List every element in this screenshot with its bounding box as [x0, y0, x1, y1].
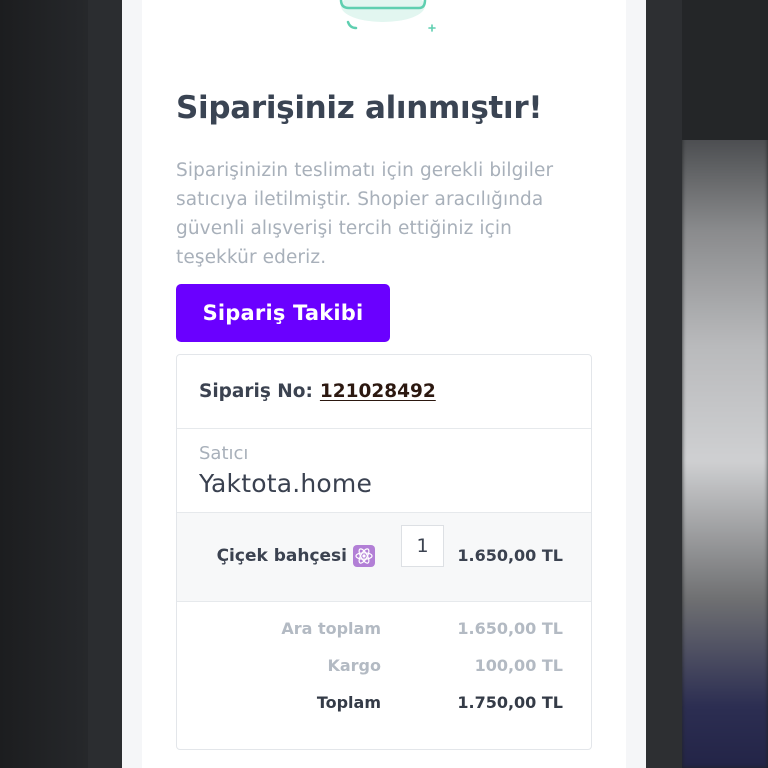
item-price: 1.650,00 TL	[457, 546, 563, 565]
order-number-link[interactable]: 121028492	[320, 381, 436, 402]
content-panel: Siparişiniz alınmıştır! Siparişinizin te…	[142, 0, 626, 768]
shipping-row: Kargo 100,00 TL	[177, 652, 591, 680]
subtotal-value: 1.650,00 TL	[457, 619, 563, 638]
success-illustration-icon	[339, 0, 436, 32]
item-quantity: 1	[401, 525, 444, 567]
backdrop-left-inner	[88, 0, 122, 768]
backdrop-left	[0, 0, 88, 768]
order-number-row: Sipariş No: 121028492	[177, 355, 591, 429]
page-title: Siparişiniz alınmıştır!	[176, 90, 543, 126]
order-confirmation-page: Siparişiniz alınmıştır! Siparişinizin te…	[122, 0, 646, 768]
atom-icon	[353, 545, 375, 567]
seller-name: Yaktota.home	[199, 469, 373, 498]
order-summary-card: Sipariş No: 121028492 Satıcı Yaktota.hom…	[176, 354, 592, 750]
seller-label: Satıcı	[199, 443, 249, 464]
shipping-label: Kargo	[327, 656, 381, 675]
subtotal-label: Ara toplam	[281, 619, 381, 638]
subtotal-row: Ara toplam 1.650,00 TL	[177, 615, 591, 643]
order-tracking-button[interactable]: Sipariş Takibi	[176, 284, 390, 342]
shipping-value: 100,00 TL	[474, 656, 563, 675]
total-label: Toplam	[316, 693, 381, 712]
confirmation-description: Siparişinizin teslimatı için gerekli bil…	[176, 160, 554, 268]
total-row: Toplam 1.750,00 TL	[177, 689, 591, 717]
item-name: Çiçek bahçesi	[216, 546, 347, 566]
seller-section: Satıcı Yaktota.home	[177, 429, 591, 513]
line-item-row: Çiçek bahçesi 1 1.650,00 TL	[177, 513, 591, 602]
item-name-wrapper: Çiçek bahçesi	[217, 545, 375, 567]
order-number-label: Sipariş No:	[199, 381, 313, 402]
backdrop-right-top	[682, 0, 768, 140]
backdrop-right-inner	[646, 0, 682, 768]
total-value: 1.750,00 TL	[457, 693, 563, 712]
